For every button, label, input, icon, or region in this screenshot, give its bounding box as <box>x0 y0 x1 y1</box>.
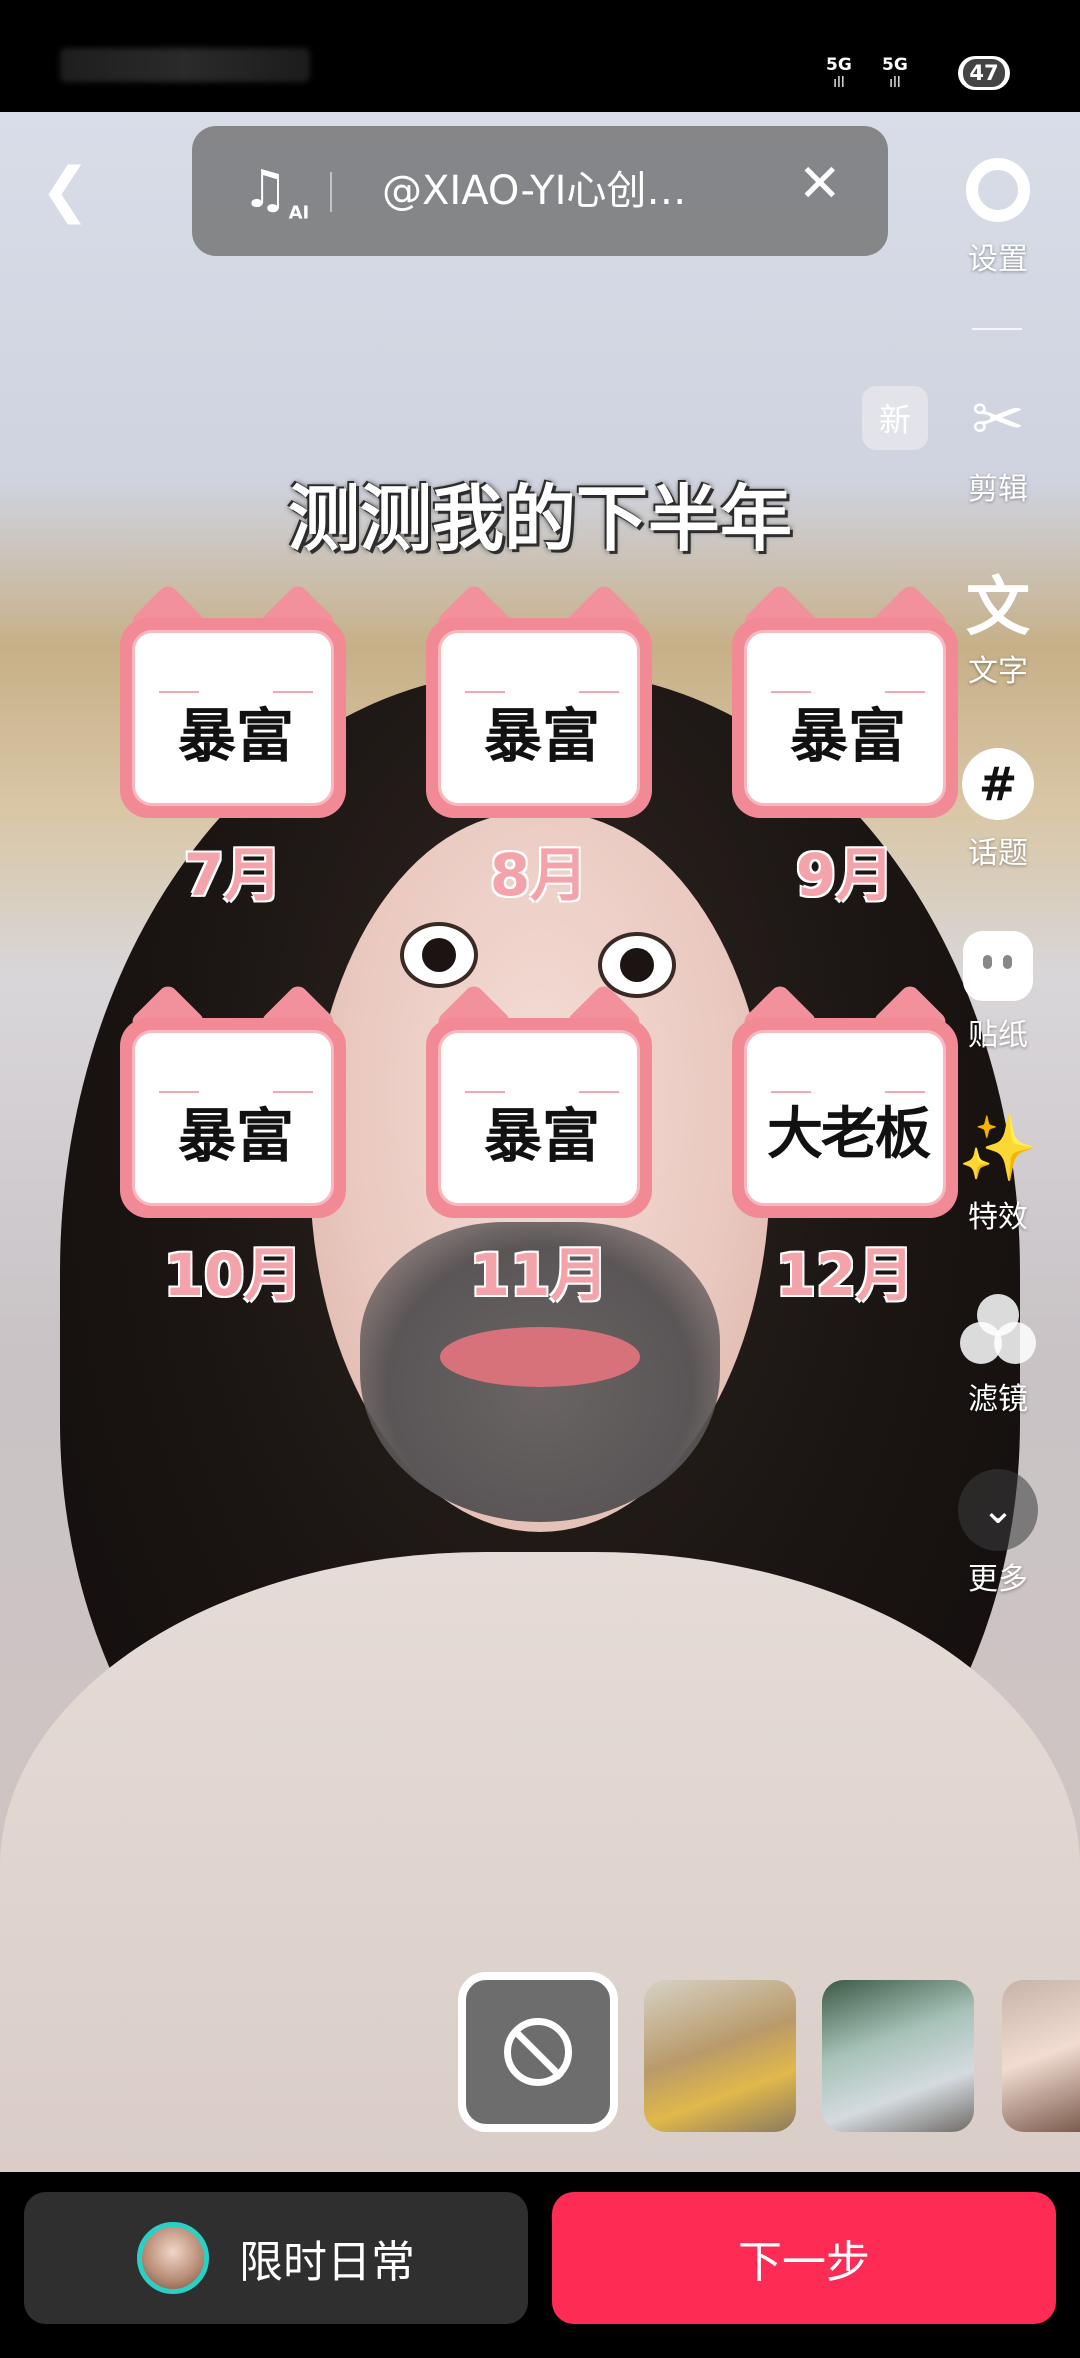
filter-icon <box>958 1290 1038 1370</box>
month-card: 暴富 <box>426 582 652 820</box>
tool-topic-label: 话题 <box>968 836 1028 871</box>
text-icon: 文 <box>966 571 1030 645</box>
battery-indicator: 47 <box>958 56 1010 90</box>
card-month: 12月 <box>775 1241 915 1309</box>
month-card: 暴富 <box>120 982 346 1220</box>
status-bar: 5G ıll 5G ıll 47 <box>0 0 1080 112</box>
month-card: 暴富 <box>732 582 958 820</box>
tool-more[interactable]: ⌄ 更多 <box>946 1469 1050 1598</box>
card-word: 暴富 <box>177 702 294 770</box>
month-card: 暴富 <box>120 582 346 820</box>
tool-more-label: 更多 <box>968 1562 1028 1597</box>
effect-thumbnail[interactable] <box>822 1980 974 2132</box>
tool-settings-label: 设置 <box>968 242 1028 277</box>
card-month: 7月 <box>183 841 283 909</box>
card-month: 10月 <box>163 1241 303 1309</box>
no-effect-button[interactable] <box>458 1972 618 2132</box>
daily-story-button[interactable]: 限时日常 <box>24 2192 528 2324</box>
new-badge: 新 <box>862 386 928 450</box>
card-word: 暴富 <box>177 1102 294 1170</box>
effect-thumbnail[interactable] <box>1002 1980 1080 2132</box>
scissors-icon: ✂ <box>971 383 1025 457</box>
daily-story-label: 限时日常 <box>239 2237 415 2288</box>
tool-text[interactable]: 文 文字 <box>946 562 1050 690</box>
status-time-blurred <box>60 48 310 82</box>
signal-5g-2: 5G ıll <box>882 55 908 91</box>
mouth <box>440 1327 640 1387</box>
tool-filter[interactable]: 滤镜 <box>946 1290 1050 1418</box>
tool-topic[interactable]: # 话题 <box>946 744 1050 872</box>
card-word: 暴富 <box>483 1102 600 1170</box>
card-word: 大老板 <box>767 1102 931 1167</box>
tool-filter-label: 滤镜 <box>968 1382 1028 1417</box>
tool-text-label: 文字 <box>968 654 1028 689</box>
music-title: @XIAO-YI心创… <box>382 168 687 214</box>
card-month: 8月 <box>489 841 589 909</box>
tool-effects[interactable]: ✨ 特效 <box>946 1108 1050 1236</box>
no-effect-icon <box>504 2018 572 2086</box>
signal-5g-1: 5G ıll <box>826 55 852 91</box>
hashtag-icon: # <box>958 744 1038 824</box>
music-select-bar[interactable]: ♫AI @XIAO-YI心创… ✕ <box>192 126 888 256</box>
month-card: 暴富 <box>426 982 652 1220</box>
filter-title: 测测我的下半年 <box>287 477 792 561</box>
sparkle-icon: ✨ <box>958 1111 1038 1186</box>
effect-thumbnail[interactable] <box>644 1980 796 2132</box>
card-word: 暴富 <box>483 702 600 770</box>
ai-music-icon: ♫AI <box>242 160 310 224</box>
card-word: 暴富 <box>789 702 906 770</box>
tool-sticker[interactable]: 贴纸 <box>946 926 1050 1054</box>
tool-settings[interactable]: 设置 <box>946 150 1050 278</box>
music-divider <box>330 172 332 212</box>
sticker-icon <box>958 926 1038 1006</box>
next-step-button[interactable]: 下一步 <box>552 2192 1056 2324</box>
avatar <box>137 2222 209 2294</box>
back-icon[interactable]: ❮ <box>40 150 100 230</box>
gear-icon <box>958 150 1038 230</box>
card-month: 9月 <box>795 841 895 909</box>
chevron-down-icon: ⌄ <box>958 1469 1038 1551</box>
tool-effects-label: 特效 <box>968 1200 1028 1235</box>
bottom-bar: 限时日常 下一步 <box>0 2172 1080 2358</box>
card-month: 11月 <box>469 1241 609 1309</box>
left-eye <box>400 922 478 988</box>
tool-sticker-label: 贴纸 <box>968 1018 1028 1053</box>
month-card: 大老板 <box>732 982 958 1220</box>
close-icon[interactable]: ✕ <box>798 154 842 214</box>
toolbar-divider <box>972 328 1022 330</box>
